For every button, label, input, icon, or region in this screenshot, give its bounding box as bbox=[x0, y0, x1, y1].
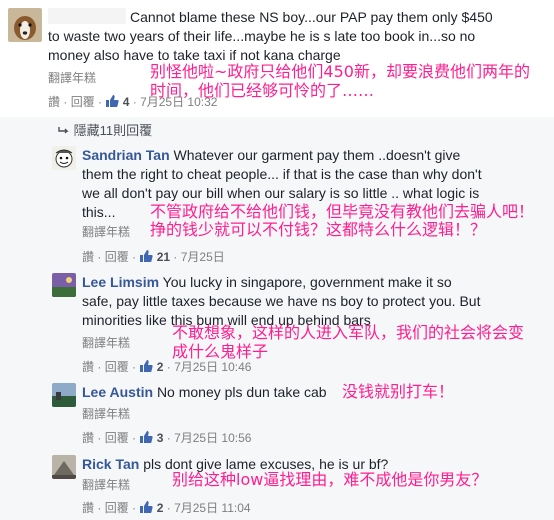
translate-link[interactable]: 翻譯年糕 bbox=[82, 223, 130, 240]
annotation-line: 别给这种low逼找理由，难不成他是你男友？ bbox=[172, 470, 488, 489]
translate-link[interactable]: 翻譯年糕 bbox=[82, 334, 130, 351]
reply-text-line: Sandrian Tan Whatever our garment pay th… bbox=[82, 147, 461, 163]
comment-time[interactable]: 7月25日 10:32 bbox=[140, 95, 217, 109]
like-link[interactable]: 讚 bbox=[82, 501, 94, 515]
cartoon-avatar-icon bbox=[52, 146, 76, 170]
like-thumb-icon bbox=[140, 501, 154, 513]
reply-avatar[interactable] bbox=[52, 455, 76, 479]
reply-link[interactable]: 回覆 bbox=[105, 431, 129, 445]
reply-avatar[interactable] bbox=[52, 273, 76, 297]
reply-avatar[interactable] bbox=[52, 383, 76, 407]
commenter-avatar[interactable] bbox=[8, 8, 42, 42]
author-name[interactable]: Sandrian Tan bbox=[82, 147, 170, 163]
translate-link[interactable]: 翻譯年糕 bbox=[82, 476, 130, 493]
like-count[interactable]: 3 bbox=[157, 431, 164, 445]
reply-link[interactable]: 回覆 bbox=[71, 95, 95, 109]
comment-time[interactable]: 7月25日 11:04 bbox=[174, 501, 251, 515]
like-count[interactable]: 2 bbox=[157, 501, 164, 515]
reply-actions: 讚 · 回覆 · 21 · 7月25日 bbox=[82, 250, 225, 264]
reply-link[interactable]: 回覆 bbox=[105, 501, 129, 515]
dog-avatar-icon bbox=[8, 8, 42, 42]
hidden-replies-toggle[interactable]: 隱藏11則回覆 bbox=[58, 120, 152, 139]
annotation-line: 挣的钱少就可以不付钱？这都特么什么逻辑！？ bbox=[150, 220, 487, 239]
annotation-line: 没钱就别打车！ bbox=[342, 382, 455, 401]
reply-link[interactable]: 回覆 bbox=[105, 360, 129, 374]
reply-actions: 讚 · 回覆 · 3 · 7月25日 10:56 bbox=[82, 431, 252, 445]
reply-link[interactable]: 回覆 bbox=[105, 250, 129, 264]
landscape-avatar-icon bbox=[52, 455, 76, 479]
like-count[interactable]: 4 bbox=[123, 95, 130, 109]
translate-link[interactable]: 翻譯年糕 bbox=[48, 69, 96, 86]
comment-time[interactable]: 7月25日 bbox=[181, 250, 225, 264]
redacted-author-name bbox=[48, 8, 126, 24]
like-thumb-icon bbox=[106, 95, 120, 107]
like-link[interactable]: 讚 bbox=[82, 431, 94, 445]
reply-text-line: Lee Austin No money pls dun take cab bbox=[82, 384, 327, 400]
like-thumb-icon bbox=[140, 250, 154, 262]
reply-text-line: safe, pay little taxes because we have n… bbox=[82, 293, 481, 309]
landscape-avatar-icon bbox=[52, 273, 76, 297]
author-name[interactable]: Lee Austin bbox=[82, 384, 153, 400]
reply-arrow-icon bbox=[58, 127, 69, 134]
like-link[interactable]: 讚 bbox=[82, 360, 94, 374]
author-name[interactable]: Rick Tan bbox=[82, 456, 139, 472]
reply-avatar[interactable] bbox=[52, 146, 76, 170]
like-count[interactable]: 21 bbox=[157, 250, 170, 264]
like-thumb-icon bbox=[140, 360, 154, 372]
like-link[interactable]: 讚 bbox=[82, 250, 94, 264]
reply-text-line: Lee Limsim You lucky in singapore, gover… bbox=[82, 274, 452, 290]
comment-text-line: to waste two years of their life...maybe… bbox=[48, 28, 476, 44]
like-count[interactable]: 2 bbox=[157, 360, 164, 374]
comment-time[interactable]: 7月25日 10:56 bbox=[174, 431, 251, 445]
translate-link[interactable]: 翻譯年糕 bbox=[82, 405, 130, 422]
like-link[interactable]: 讚 bbox=[48, 95, 60, 109]
author-name[interactable]: Lee Limsim bbox=[82, 274, 159, 290]
reply-text-line: this... bbox=[82, 204, 116, 220]
hidden-replies-label: 隱藏11則回覆 bbox=[73, 123, 153, 138]
reply-actions: 讚 · 回覆 · 2 · 7月25日 10:46 bbox=[82, 360, 252, 374]
reply-actions: 讚 · 回覆 · 2 · 7月25日 11:04 bbox=[82, 501, 251, 515]
comment-time[interactable]: 7月25日 10:46 bbox=[174, 360, 251, 374]
comment-actions: 讚 · 回覆 · 4 · 7月25日 10:32 bbox=[48, 95, 218, 109]
reply-text-line: them the right to cheat people... if tha… bbox=[82, 166, 482, 182]
comment-text-line: Cannot blame these NS boy...our PAP pay … bbox=[130, 9, 493, 25]
landscape-avatar-icon bbox=[52, 383, 76, 407]
like-thumb-icon bbox=[140, 431, 154, 443]
